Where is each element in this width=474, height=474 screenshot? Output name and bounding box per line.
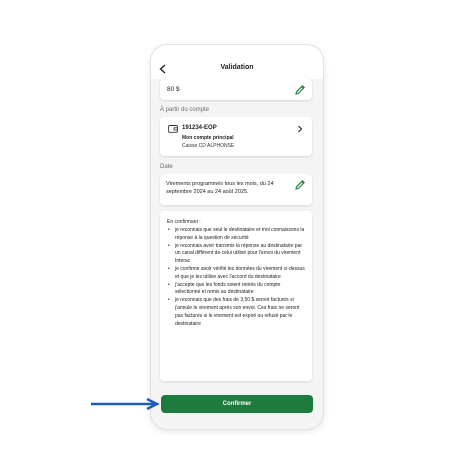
terms-intro: En confirmant : [167,219,201,225]
from-account-label: À partir du compte [160,107,210,113]
terms-item: j'accepte que les fonds soient retirés d… [167,282,307,298]
edit-pencil-icon[interactable] [294,84,306,96]
account-selector[interactable]: 191234-EOP Mon compte principal Caisse C… [160,117,312,156]
terms-list: je reconnais que seul le destinataire et… [167,227,307,328]
phone-screen: Validation 80 $ À partir du compte 19123… [151,45,323,429]
terms-item: je reconnais avoir transmis la réponse a… [167,243,307,266]
terms-item: je reconnais que seul le destinataire et… [167,227,307,243]
schedule-text: Virements programmés tous les mois, du 2… [166,181,274,195]
terms-item: je reconnais que des frais de 3,50 $ ser… [167,297,307,328]
amount-card: 80 $ [160,79,312,100]
date-label: Date [160,164,173,170]
edit-date-pencil-icon[interactable] [294,179,306,191]
confirmation-terms-card: En confirmant : je reconnais que seul le… [160,211,312,381]
wallet-icon [168,125,178,133]
chevron-right-icon [298,125,303,133]
pointer-arrow-icon [91,398,160,410]
date-card: Virements programmés tous les mois, du 2… [160,174,312,205]
amount-value: 80 $ [167,86,180,93]
account-name: Mon compte principal [182,135,234,141]
app-header: Validation [151,45,323,79]
page-title: Validation [220,64,254,71]
account-number: 191234-EOP [182,125,217,131]
account-institution: Caisse CD ALPHONSE [182,143,235,149]
terms-item: je confirme avoir vérifié les données du… [167,266,307,282]
confirm-button[interactable]: Confirmer [161,395,313,413]
